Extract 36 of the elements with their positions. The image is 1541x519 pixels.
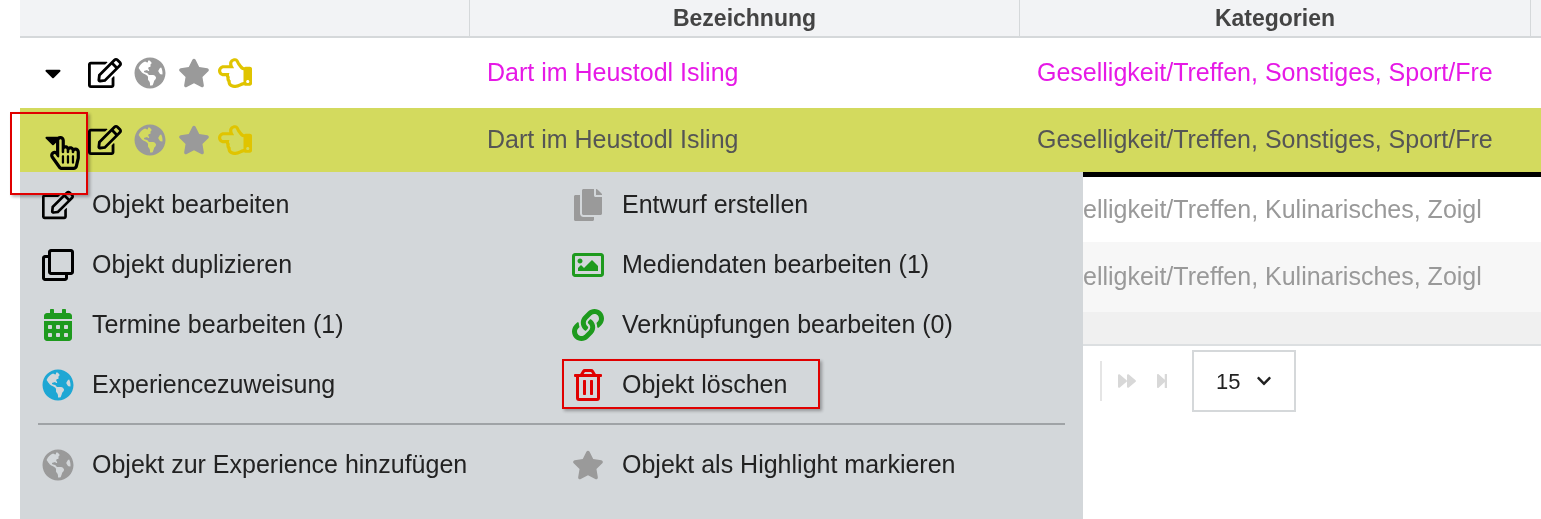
menu-item[interactable]: Verknüpfungen bearbeiten (0)	[570, 306, 953, 344]
star-icon	[570, 449, 606, 481]
star-icon[interactable]	[178, 124, 210, 156]
duplicate-icon	[40, 249, 76, 281]
next-page-icon[interactable]	[1118, 372, 1136, 390]
pointer-cursor-icon	[48, 136, 82, 170]
menu-item[interactable]: Objekt bearbeiten	[40, 186, 290, 224]
table-cell-text: Dart im Heustodl Isling	[486, 57, 740, 89]
table-cell-text: Dart im Heustodl Isling	[486, 124, 740, 156]
menu-item[interactable]: Experiencezuweisung	[40, 366, 336, 404]
menu-item[interactable]: Objekt löschen	[570, 366, 788, 404]
menu-item[interactable]: Termine bearbeiten (1)	[40, 306, 344, 344]
table-cell-text: elligkeit/Treffen, Kulinarisches, Zoigl	[1083, 261, 1482, 293]
menu-item[interactable]: Entwurf erstellen	[570, 186, 809, 224]
column-header[interactable]: Kategorien	[1019, 0, 1530, 36]
hand-icon[interactable]	[218, 56, 252, 90]
globe-icon	[40, 369, 76, 401]
edit-icon[interactable]	[88, 56, 122, 90]
edit-icon[interactable]	[88, 123, 122, 157]
globe-icon[interactable]	[134, 124, 166, 156]
page-size-select[interactable]: 15	[1192, 350, 1296, 412]
column-header[interactable]: Bezeichnung	[469, 0, 1019, 36]
link-icon	[570, 309, 606, 341]
star-icon[interactable]	[178, 57, 210, 89]
globe-icon[interactable]	[134, 57, 166, 89]
menu-item[interactable]: Objekt duplizieren	[40, 246, 293, 284]
menu-item[interactable]: Objekt zur Experience hinzufügen	[40, 446, 468, 484]
globe-icon	[40, 449, 76, 481]
edit-icon	[40, 189, 76, 221]
table-cell-text: Geselligkeit/Treffen, Sonstiges, Sport/Fre	[1036, 124, 1494, 156]
table-cell-text: Geselligkeit/Treffen, Sonstiges, Sport/Fre	[1036, 57, 1494, 89]
menu-item[interactable]: Objekt als Highlight markieren	[570, 446, 956, 484]
table-cell-text: elligkeit/Treffen, Kulinarisches, Zoigl	[1083, 193, 1482, 225]
last-page-icon[interactable]	[1154, 373, 1170, 389]
menu-item[interactable]: Mediendaten bearbeiten (1)	[570, 246, 930, 284]
table-row[interactable]: Dart im Heustodl Isling Geselligkeit/Treffen, Sonstiges, Sport/Fre	[20, 108, 1541, 172]
